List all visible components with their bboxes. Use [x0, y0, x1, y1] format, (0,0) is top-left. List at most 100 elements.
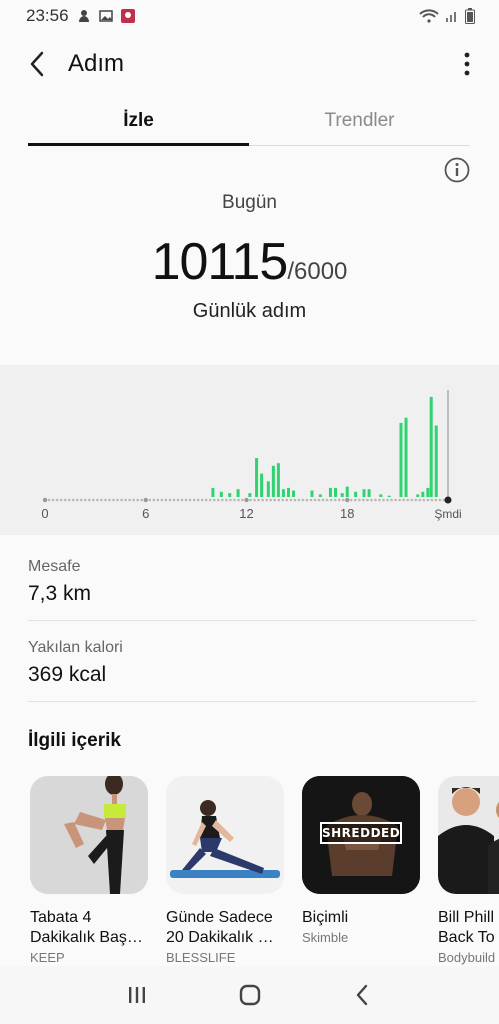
related-item-gunde-sadece[interactable]: Günde Sadece 20 Dakikalık … BLESSLIFE	[166, 776, 286, 965]
divider	[28, 701, 476, 702]
workout-thumbnail	[30, 776, 148, 894]
status-bar: 23:56	[0, 0, 499, 32]
step-bar	[354, 491, 358, 497]
tab-izle[interactable]: İzle	[28, 100, 249, 146]
lunge-stretch-image	[166, 776, 284, 894]
axis-dot	[269, 498, 272, 502]
info-icon[interactable]	[444, 157, 470, 183]
steps-goal: /6000	[287, 258, 348, 285]
axis-dot	[148, 498, 152, 502]
step-bar	[310, 490, 314, 497]
axis-dot	[172, 498, 176, 502]
axis-dot	[237, 498, 240, 502]
step-bar	[260, 473, 264, 497]
step-bar	[271, 465, 275, 497]
notification-icon	[78, 10, 89, 22]
item-publisher: BLESSLIFE	[166, 950, 236, 965]
axis-dot	[208, 498, 212, 502]
axis-dot	[63, 498, 67, 502]
athlete-stretch-image	[30, 776, 148, 894]
workout-thumbnail	[438, 776, 499, 894]
axis-dot	[196, 498, 200, 502]
item-title-line1: Bill Phill	[438, 909, 495, 926]
axis-dot	[160, 498, 164, 502]
axis-dot	[92, 498, 95, 502]
axis-dot	[370, 498, 373, 502]
step-bar	[255, 458, 259, 497]
axis-dot	[184, 498, 188, 502]
axis-dot	[55, 498, 59, 502]
tick-dot	[345, 497, 350, 503]
axis-dot	[309, 498, 313, 502]
tab-trendler[interactable]: Trendler	[249, 100, 470, 145]
recent-apps-icon[interactable]	[122, 980, 152, 1010]
related-content-title: İlgili içerik	[28, 730, 121, 751]
axis-dot	[188, 498, 192, 502]
axis-dot	[378, 498, 381, 502]
distance-metric: Mesafe 7,3 km	[28, 558, 476, 606]
axis-dot	[406, 498, 410, 502]
axis-dot	[366, 498, 369, 502]
x-tick-label: Şmdi	[434, 507, 461, 521]
step-bar	[333, 487, 337, 497]
related-item-bill-phill[interactable]: Bill Phill Back To Bodybuild	[438, 776, 499, 965]
axis-dot	[341, 498, 345, 502]
axis-dot	[168, 498, 172, 502]
more-vert-icon[interactable]	[461, 50, 473, 78]
axis-dot	[285, 498, 289, 502]
axis-dot	[75, 498, 79, 502]
axis-dot	[321, 498, 325, 502]
system-nav-bar	[0, 966, 499, 1024]
axis-dot	[410, 498, 414, 502]
axis-dot	[426, 498, 430, 502]
axis-dot	[261, 498, 264, 502]
divider	[28, 620, 476, 621]
axis-dot	[414, 498, 418, 502]
axis-dot	[104, 498, 107, 502]
item-title-line2: 20 Dakikalık …	[166, 929, 274, 946]
tick-dot	[42, 497, 48, 503]
step-bar	[281, 489, 285, 497]
axis-dot	[362, 498, 365, 502]
step-bar	[266, 481, 270, 497]
axis-dot	[221, 498, 224, 502]
axis-dot	[47, 498, 51, 502]
related-item-bicimli[interactable]: SHREDDED Biçimli Skimble	[302, 776, 422, 945]
step-bar	[434, 425, 438, 497]
axis-dot	[434, 498, 438, 502]
axis-dot	[382, 498, 385, 502]
step-bar	[276, 463, 280, 497]
nav-back-icon[interactable]	[348, 980, 378, 1010]
axis-dot	[204, 498, 208, 502]
axis-dot	[67, 498, 71, 502]
item-title-line1: Tabata 4	[30, 909, 92, 926]
home-icon[interactable]	[235, 980, 265, 1010]
steps-chart[interactable]: 0 6 12 18 Şmdi	[0, 365, 499, 535]
back-arrow-icon[interactable]	[24, 50, 52, 78]
axis-dot	[273, 498, 277, 502]
axis-dot	[398, 498, 401, 502]
axis-dot	[333, 498, 337, 502]
calories-metric: Yakılan kalori 369 kcal	[28, 639, 476, 687]
step-bar	[328, 487, 332, 497]
tick-dot	[244, 497, 249, 503]
app-bar: Adım	[0, 38, 499, 92]
axis-dot	[79, 498, 83, 502]
axis-dot	[84, 498, 87, 502]
axis-dot	[249, 498, 252, 502]
axis-dot	[386, 498, 389, 502]
step-bar	[236, 489, 240, 497]
axis-dot	[349, 498, 353, 502]
battery-icon	[465, 8, 475, 24]
page-title: Adım	[68, 50, 125, 77]
axis-dot	[430, 498, 434, 502]
axis-dot	[337, 498, 341, 502]
step-bar	[228, 493, 232, 497]
step-bar	[211, 487, 215, 497]
tab-bar: İzle Trendler	[28, 100, 470, 146]
axis-dot	[317, 498, 321, 502]
axis-dot	[164, 498, 168, 502]
related-item-tabata[interactable]: Tabata 4 Dakikalık Baş… KEEP	[30, 776, 150, 965]
tick-dot	[143, 497, 148, 503]
axis-dot	[88, 498, 91, 502]
